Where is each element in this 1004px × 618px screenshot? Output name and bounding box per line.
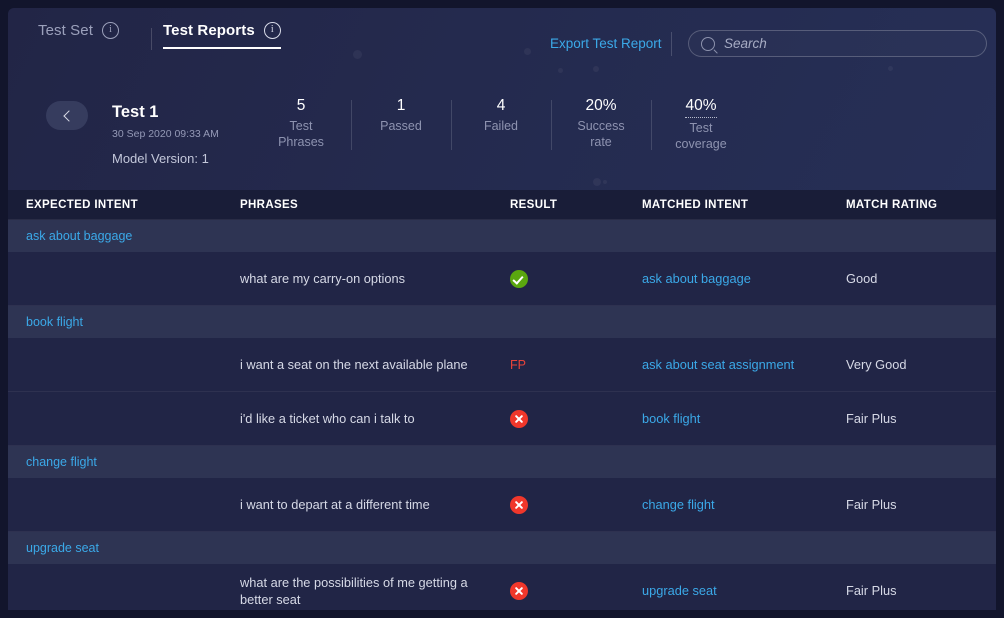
info-icon[interactable] — [102, 22, 119, 39]
stat-label: Test coverage — [675, 121, 727, 151]
decor-dot — [593, 66, 599, 72]
cell-match-rating: Very Good — [846, 357, 907, 372]
header-panel: Test Set Test Reports Export Test Report… — [8, 8, 996, 190]
export-test-report-button[interactable]: Export Test Report — [550, 36, 662, 51]
cell-phrase: i want to depart at a different time — [240, 497, 430, 512]
cell-result — [510, 495, 642, 514]
false-positive-label: FP — [510, 357, 526, 372]
stat-label: Passed — [380, 119, 422, 133]
info-icon[interactable] — [263, 22, 281, 39]
group-row[interactable]: upgrade seat — [8, 532, 996, 564]
fail-cross-icon — [510, 409, 528, 428]
active-tab-indicator — [163, 47, 281, 49]
stat-failed: 4 Failed — [451, 96, 551, 150]
cell-match-rating: Fair Plus — [846, 583, 897, 598]
column-header-expected-intent: EXPECTED INTENT — [26, 198, 138, 211]
table-row[interactable]: i want a seat on the next available plan… — [8, 338, 996, 392]
stat-passed: 1 Passed — [351, 96, 451, 150]
cell-phrase: i want a seat on the next available plan… — [240, 357, 468, 372]
group-row[interactable]: book flight — [8, 306, 996, 338]
cell-result — [510, 581, 642, 600]
expected-intent-label: change flight — [26, 455, 97, 469]
stat-success-rate: 20% Success rate — [551, 96, 651, 150]
table-row[interactable]: i want to depart at a different time chan… — [8, 478, 996, 532]
pass-check-icon — [510, 269, 528, 288]
cell-matched-intent[interactable]: change flight — [642, 497, 846, 512]
chevron-left-icon — [62, 109, 75, 122]
stat-value[interactable]: 40% — [685, 96, 717, 118]
test-results-table: EXPECTED INTENT PHRASES RESULT MATCHED I… — [8, 190, 996, 610]
toolbar-divider — [671, 32, 672, 56]
search-icon — [701, 36, 715, 51]
cell-phrase: i'd like a ticket who can i talk to — [240, 411, 415, 426]
stat-value: 20% — [585, 97, 617, 114]
stat-label: Failed — [483, 119, 519, 133]
stat-label: Test Phrases — [278, 119, 324, 149]
test-reports-page: Test Set Test Reports Export Test Report… — [0, 0, 1004, 618]
group-row[interactable]: change flight — [8, 446, 996, 478]
cell-matched-intent[interactable]: book flight — [642, 411, 846, 426]
search-box[interactable] — [688, 30, 987, 57]
stat-test-phrases: 5 Test Phrases — [251, 96, 351, 150]
expected-intent-label: upgrade seat — [26, 541, 99, 555]
cell-phrase: what are my carry-on options — [240, 271, 406, 286]
table-row[interactable]: i'd like a ticket who can i talk to book … — [8, 392, 996, 446]
decor-dot — [888, 66, 893, 71]
table-row[interactable]: what are the possibilities of me getting… — [8, 564, 996, 610]
tab-test-reports[interactable]: Test Reports — [163, 22, 281, 49]
stat-test-coverage: 40% Test coverage — [651, 96, 751, 152]
cell-phrase: what are the possibilities of me getting… — [240, 574, 468, 607]
cell-matched-intent[interactable]: ask about seat assignment — [642, 357, 846, 372]
back-button[interactable] — [46, 101, 88, 130]
cell-result — [510, 409, 642, 428]
test-title: Test 1 — [112, 103, 159, 121]
stat-label: Success rate — [577, 119, 625, 149]
cell-result: FP — [510, 358, 642, 372]
search-input[interactable] — [724, 36, 986, 51]
fail-cross-icon — [510, 581, 528, 600]
cell-matched-intent[interactable]: upgrade seat — [642, 583, 846, 598]
tab-test-set[interactable]: Test Set — [38, 22, 119, 39]
tab-test-set-label: Test Set — [38, 22, 93, 39]
decor-dot — [593, 178, 601, 186]
column-header-matched-intent: MATCHED INTENT — [642, 198, 749, 211]
cell-result — [510, 269, 642, 288]
expected-intent-label: ask about baggage — [26, 229, 133, 243]
cell-matched-intent[interactable]: ask about baggage — [642, 271, 846, 286]
expected-intent-label: book flight — [26, 315, 83, 329]
cell-match-rating: Fair Plus — [846, 497, 897, 512]
fail-cross-icon — [510, 495, 528, 514]
column-header-result: RESULT — [510, 198, 558, 211]
stat-value: 1 — [396, 97, 406, 114]
cell-match-rating: Good — [846, 271, 878, 286]
column-header-match-rating: MATCH RATING — [846, 198, 938, 211]
cell-match-rating: Fair Plus — [846, 411, 897, 426]
decor-dot — [558, 68, 563, 73]
table-header-row: EXPECTED INTENT PHRASES RESULT MATCHED I… — [8, 190, 996, 220]
stat-value: 5 — [296, 97, 306, 114]
summary-stats: 5 Test Phrases 1 Passed 4 Failed 20% Suc… — [251, 96, 751, 152]
tab-test-reports-label: Test Reports — [163, 22, 255, 39]
decor-dot — [603, 180, 607, 184]
test-date: 30 Sep 2020 09:33 AM — [112, 128, 219, 140]
table-row[interactable]: what are my carry-on options ask about ba… — [8, 252, 996, 306]
tab-divider — [151, 28, 152, 50]
model-version: Model Version: 1 — [112, 151, 209, 166]
group-row[interactable]: ask about baggage — [8, 220, 996, 252]
table-body: ask about baggage what are my carry-on op… — [8, 220, 996, 610]
column-header-phrases: PHRASES — [240, 198, 299, 211]
stat-value: 4 — [496, 97, 506, 114]
